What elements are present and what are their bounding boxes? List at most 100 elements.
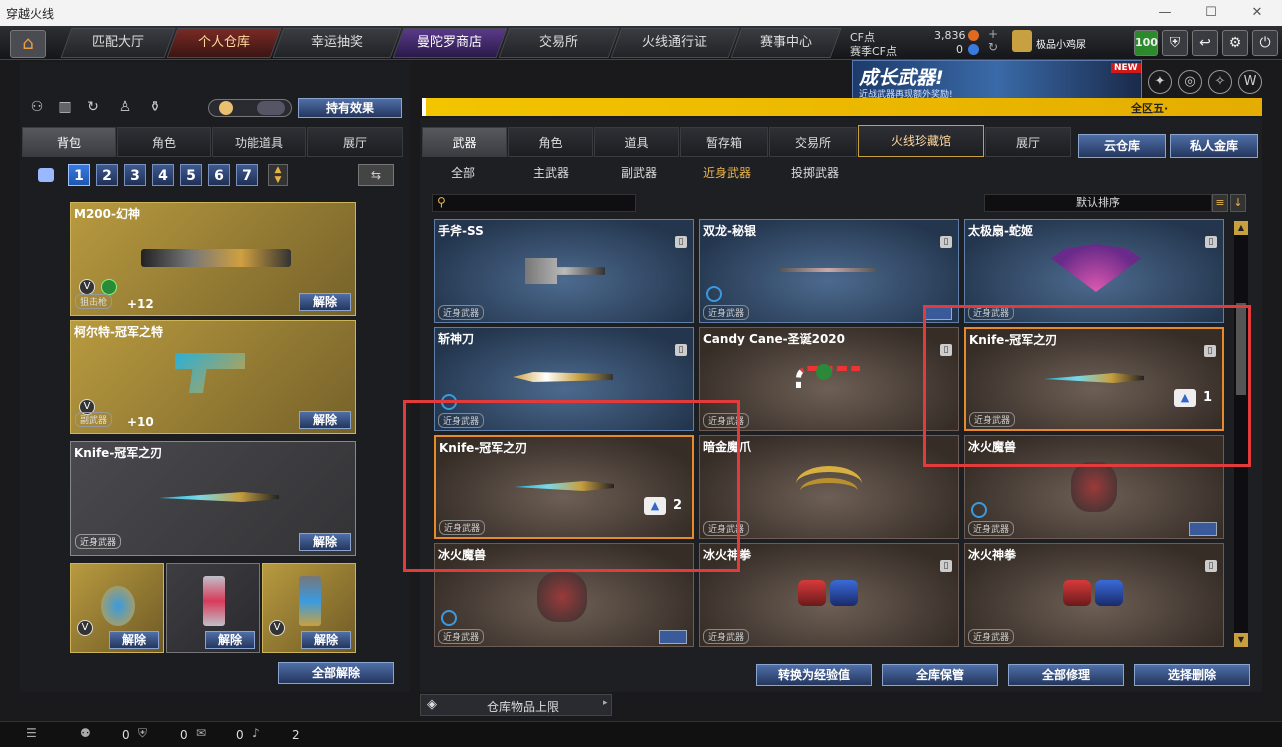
- loadout-slot-primary[interactable]: M200-幻神 V 狙击枪 +12 解除: [70, 202, 356, 316]
- chat-count: 0: [236, 728, 244, 742]
- page-4[interactable]: 4: [152, 164, 174, 186]
- page-1[interactable]: 1: [68, 164, 90, 186]
- nav-label: 幸运抽奖: [310, 35, 363, 50]
- mode-toggle[interactable]: [208, 99, 292, 117]
- tab-function-items[interactable]: 功能道具: [212, 127, 306, 157]
- tab-showroom[interactable]: 展厅: [307, 127, 403, 157]
- page-3[interactable]: 3: [124, 164, 146, 186]
- holding-effect-button[interactable]: 持有效果: [298, 98, 402, 118]
- item-card[interactable]: 冰火神拳 ▯ 近身武器: [964, 543, 1224, 647]
- tab-character[interactable]: 角色: [117, 127, 211, 157]
- server-strip-text: 全区五·: [1131, 102, 1169, 115]
- release-button[interactable]: 解除: [109, 631, 159, 649]
- tab-characters[interactable]: 角色: [508, 127, 593, 157]
- private-vault-button[interactable]: 私人金库: [1170, 134, 1258, 158]
- add-cf-icon[interactable]: +: [988, 27, 998, 41]
- cloud-warehouse-button[interactable]: 云仓库: [1078, 134, 1166, 158]
- event-icon-1[interactable]: ✦: [1148, 70, 1172, 94]
- sort-direction-icon[interactable]: ↓: [1230, 194, 1246, 212]
- tradeable-icon: [441, 610, 457, 626]
- loadout-slot-melee[interactable]: Knife-冠军之刃 近身武器 解除: [70, 441, 356, 556]
- stats-icon[interactable]: ▥: [54, 99, 76, 119]
- nav-event-center[interactable]: 赛事中心: [730, 28, 842, 58]
- convert-exp-button[interactable]: 转换为经验值: [756, 664, 872, 686]
- release-button[interactable]: 解除: [301, 631, 351, 649]
- event-icon-2[interactable]: ◎: [1178, 70, 1202, 94]
- item-card[interactable]: 双龙-秘银 ▯ 近身武器: [699, 219, 959, 323]
- cycle-icon[interactable]: ↻: [82, 99, 104, 119]
- item-name: 双龙-秘银: [703, 224, 756, 238]
- smoke-slot[interactable]: V 解除: [262, 563, 356, 653]
- check-icon[interactable]: [659, 630, 687, 644]
- tab-weapons[interactable]: 武器: [422, 127, 507, 157]
- flashbang-slot[interactable]: 解除: [166, 563, 260, 653]
- expand-icon: ▸: [603, 698, 608, 708]
- item-name: 斩神刀: [438, 332, 475, 346]
- tab-temp-box[interactable]: 暂存箱: [680, 127, 768, 157]
- nav-lucky-draw[interactable]: 幸运抽奖: [272, 28, 402, 58]
- page-7[interactable]: 7: [236, 164, 258, 186]
- promo-banner[interactable]: 成长武器! 近战武器再现额外奖励! NEW: [852, 60, 1142, 100]
- tab-exchange[interactable]: 交易所: [769, 127, 857, 157]
- bag-icon[interactable]: ⚱: [144, 99, 166, 119]
- item-card[interactable]: 手斧-SS ▯ 近身武器: [434, 219, 694, 323]
- chat-icon[interactable]: ✉: [196, 726, 206, 740]
- loadout-slot-secondary[interactable]: 柯尔特-冠军之特 V 副武器 +10 解除: [70, 320, 356, 434]
- release-button[interactable]: 解除: [299, 411, 351, 429]
- page-5[interactable]: 5: [180, 164, 202, 186]
- close-button[interactable]: ✕: [1234, 0, 1280, 26]
- tab-showroom-right[interactable]: 展厅: [985, 127, 1071, 157]
- sort-select[interactable]: 默认排序: [984, 194, 1212, 212]
- repair-all-button[interactable]: 全部修理: [1008, 664, 1124, 686]
- select-delete-button[interactable]: 选择删除: [1134, 664, 1250, 686]
- subtab-throwable[interactable]: 投掷武器: [774, 160, 856, 186]
- subtab-secondary[interactable]: 副武器: [598, 160, 680, 186]
- release-button[interactable]: 解除: [205, 631, 255, 649]
- release-all-button[interactable]: 全部解除: [278, 662, 394, 684]
- back-icon[interactable]: ↩: [1192, 30, 1218, 56]
- list-view-icon[interactable]: ≡: [1212, 194, 1228, 212]
- subtab-melee[interactable]: 近身武器: [686, 160, 768, 186]
- nav-mandala-shop[interactable]: 曼陀罗商店: [392, 28, 508, 58]
- storage-limit-bar[interactable]: ◈ 仓库物品上限 ▸: [420, 694, 612, 716]
- search-input[interactable]: ⚲: [432, 194, 636, 212]
- gear-icon[interactable]: ⚙: [1222, 30, 1248, 56]
- page-6[interactable]: 6: [208, 164, 230, 186]
- tab-collection-hall[interactable]: 火线珍藏馆: [858, 125, 984, 157]
- event-icon-4[interactable]: W: [1238, 70, 1262, 94]
- nav-battle-pass[interactable]: 火线通行证: [610, 28, 740, 58]
- store-all-button[interactable]: 全库保管: [882, 664, 998, 686]
- slot-bonus: +12: [127, 297, 154, 311]
- page-stepper-icon[interactable]: ▲ ▼: [268, 164, 288, 186]
- speaker-icon[interactable]: ♪: [252, 726, 260, 740]
- release-button[interactable]: 解除: [299, 293, 351, 311]
- banner-title: 成长武器!: [859, 67, 944, 89]
- nav-match-lobby[interactable]: 匹配大厅: [60, 28, 176, 58]
- release-button[interactable]: 解除: [299, 533, 351, 551]
- lock-icon: ▯: [940, 560, 952, 572]
- character-icon[interactable]: ♙: [114, 99, 136, 119]
- power-icon[interactable]: ⏻: [1252, 30, 1278, 56]
- scroll-down-icon[interactable]: ▼: [1234, 633, 1248, 647]
- tab-backpack[interactable]: 背包: [22, 127, 116, 157]
- off-toggle-icon[interactable]: ⚇: [26, 99, 48, 119]
- grenade-slot[interactable]: V 解除: [70, 563, 164, 653]
- subtab-primary[interactable]: 主武器: [510, 160, 592, 186]
- nav-exchange[interactable]: 交易所: [498, 28, 620, 58]
- friends-icon[interactable]: ⚉: [80, 726, 91, 740]
- menu-icon[interactable]: ☰: [26, 726, 37, 740]
- scroll-up-icon[interactable]: ▲: [1234, 221, 1248, 235]
- check-icon[interactable]: [1189, 522, 1217, 536]
- subtab-all[interactable]: 全部: [432, 160, 494, 186]
- swap-icon[interactable]: ⇆: [358, 164, 394, 186]
- clan-icon[interactable]: ⛨: [138, 726, 147, 741]
- shield-icon[interactable]: ⛨: [1162, 30, 1188, 56]
- refresh-icon[interactable]: ↻: [988, 40, 998, 54]
- tab-items[interactable]: 道具: [594, 127, 679, 157]
- maximize-button[interactable]: ☐: [1188, 0, 1234, 26]
- page-2[interactable]: 2: [96, 164, 118, 186]
- home-icon[interactable]: ⌂: [10, 30, 46, 58]
- minimize-button[interactable]: —: [1142, 0, 1188, 26]
- event-icon-3[interactable]: ✧: [1208, 70, 1232, 94]
- nav-personal-warehouse[interactable]: 个人仓库: [166, 28, 282, 58]
